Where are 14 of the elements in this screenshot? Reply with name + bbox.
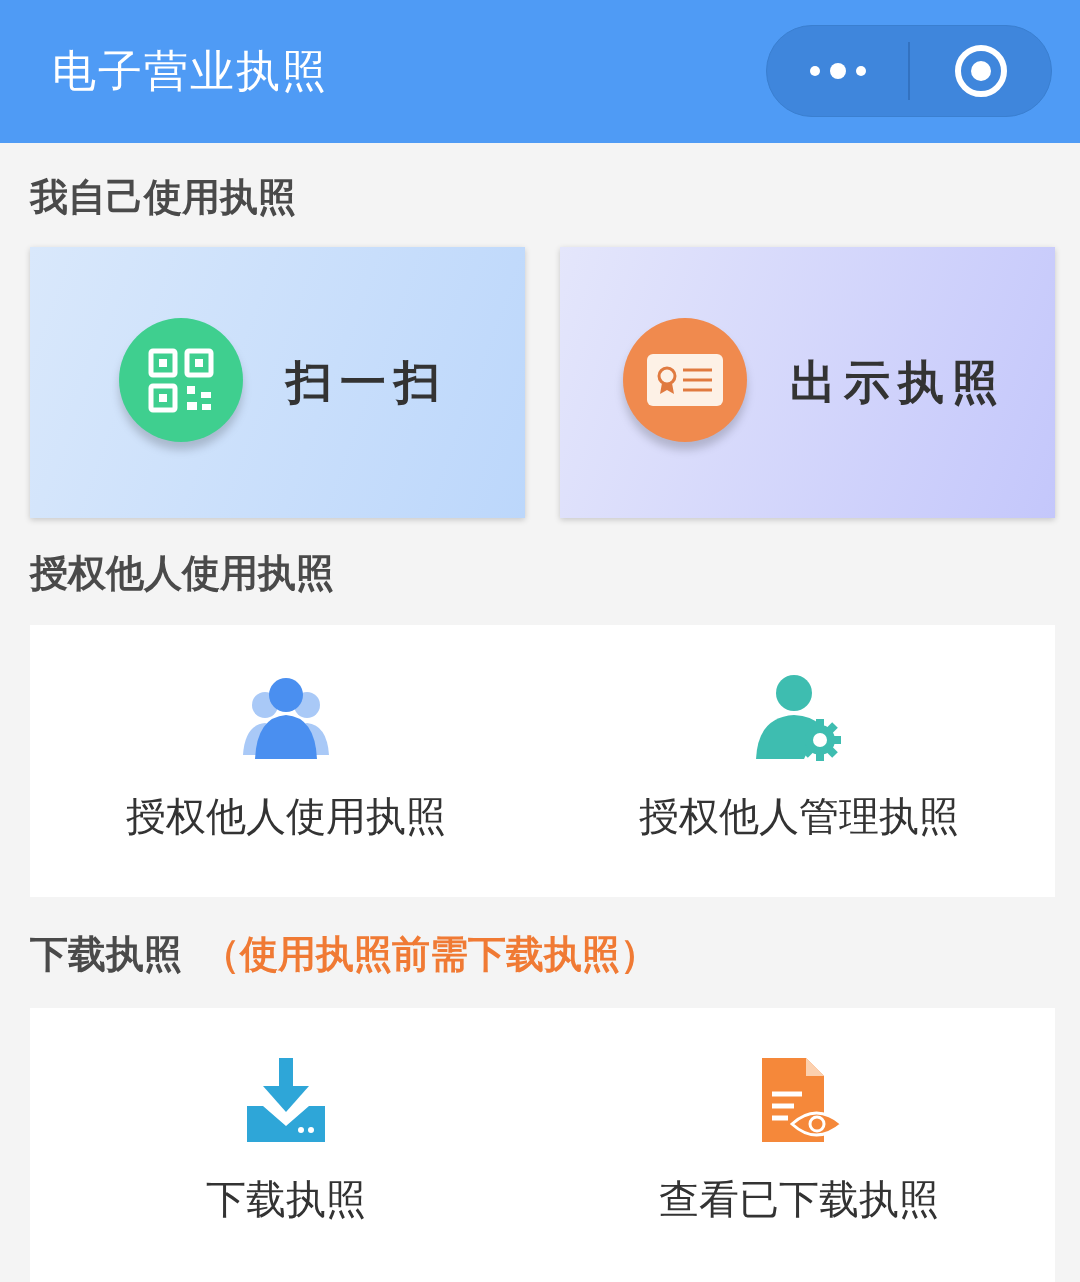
section-title: 授权他人使用执照 (30, 550, 334, 597)
section-title: 下载执照 (30, 931, 182, 978)
more-icon[interactable] (808, 62, 867, 79)
menu-item-label[interactable]: 授权他人使用执照 (126, 789, 447, 844)
app-title: 电子营业执照 (52, 44, 328, 98)
section-note: （使用执照前需下载执照） (202, 931, 658, 978)
menu-item-label[interactable]: 查看已下载执照 (658, 1172, 939, 1227)
menu-item-label[interactable]: 授权他人管理执照 (638, 789, 959, 844)
menu-item-label[interactable]: 下载执照 (206, 1172, 367, 1227)
action-card[interactable]: 扫一扫 (30, 247, 525, 518)
close-icon[interactable] (953, 43, 1008, 98)
action-card[interactable]: 出示执照 (560, 247, 1055, 518)
person-gear-icon[interactable] (753, 673, 844, 763)
section-title: 我自己使用执照 (30, 173, 296, 221)
